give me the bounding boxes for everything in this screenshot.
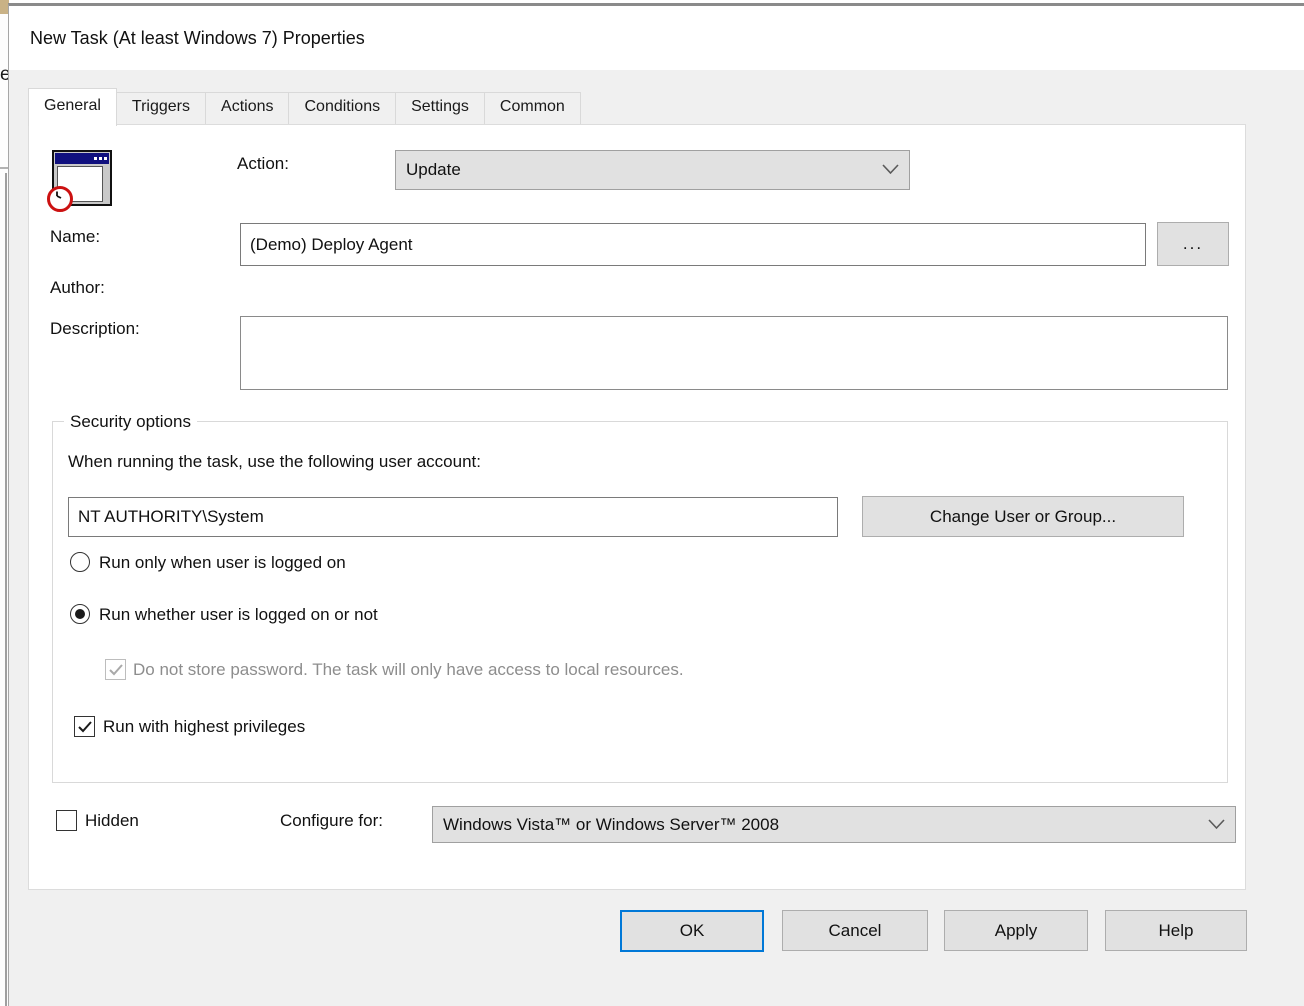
security-options-legend: Security options [64,412,197,432]
radio-run-whether-logged-on[interactable] [70,604,90,624]
tab-common[interactable]: Common [483,92,581,124]
browse-button[interactable]: ... [1157,222,1229,266]
configure-for-label: Configure for: [280,811,383,830]
account-prompt: When running the task, use the following… [68,452,481,471]
user-account-input[interactable]: NT AUTHORITY\System [68,497,838,537]
tab-conditions[interactable]: Conditions [288,92,397,124]
clock-icon [47,186,73,212]
action-label: Action: [237,154,289,173]
tab-strip: General Triggers Actions Conditions Sett… [28,88,581,126]
cancel-button[interactable]: Cancel [782,910,928,951]
checkbox-hidden-label[interactable]: Hidden [85,811,139,831]
radio-dot-icon [75,609,85,619]
apply-button[interactable]: Apply [944,910,1088,951]
radio-run-only-logged-on[interactable] [70,552,90,572]
name-input[interactable]: (Demo) Deploy Agent [240,223,1146,266]
tab-general[interactable]: General [28,88,117,126]
checkbox-highest-privileges-label[interactable]: Run with highest privileges [103,717,305,737]
radio-run-whether-logged-on-label[interactable]: Run whether user is logged on or not [99,605,378,625]
tab-triggers[interactable]: Triggers [115,92,207,124]
task-icon [47,150,116,212]
ellipsis-icon: ... [1182,234,1204,253]
check-icon [77,720,92,732]
configure-for-value: Windows Vista™ or Windows Server™ 2008 [443,814,780,834]
tab-settings[interactable]: Settings [395,92,485,124]
description-textarea[interactable] [240,316,1228,390]
name-label: Name: [50,227,101,246]
dialog-title: New Task (At least Windows 7) Properties [30,28,365,48]
tab-actions[interactable]: Actions [205,92,290,124]
ok-button[interactable]: OK [620,910,764,952]
icon-titlebar [55,153,109,164]
change-user-button[interactable]: Change User or Group... [862,496,1184,537]
configure-for-combobox[interactable]: Windows Vista™ or Windows Server™ 2008 [432,806,1236,843]
chevron-down-icon [882,160,899,180]
radio-run-only-logged-on-label[interactable]: Run only when user is logged on [99,553,346,573]
checkbox-no-password [105,659,126,680]
chevron-down-icon [1208,815,1225,835]
check-icon [108,663,123,675]
screen: e New Task (At least Windows 7) Properti… [0,0,1304,1006]
checkbox-hidden[interactable] [56,810,77,831]
author-label: Author: [50,278,105,297]
checkbox-no-password-label: Do not store password. The task will onl… [133,660,684,679]
checkbox-highest-privileges[interactable] [74,716,95,737]
description-label: Description: [50,319,140,338]
user-account-value: NT AUTHORITY\System [78,507,264,526]
action-combobox[interactable]: Update [395,150,910,190]
name-value: (Demo) Deploy Agent [250,234,413,254]
background-window-border [5,173,7,1006]
help-button[interactable]: Help [1105,910,1247,951]
action-value: Update [406,160,461,179]
